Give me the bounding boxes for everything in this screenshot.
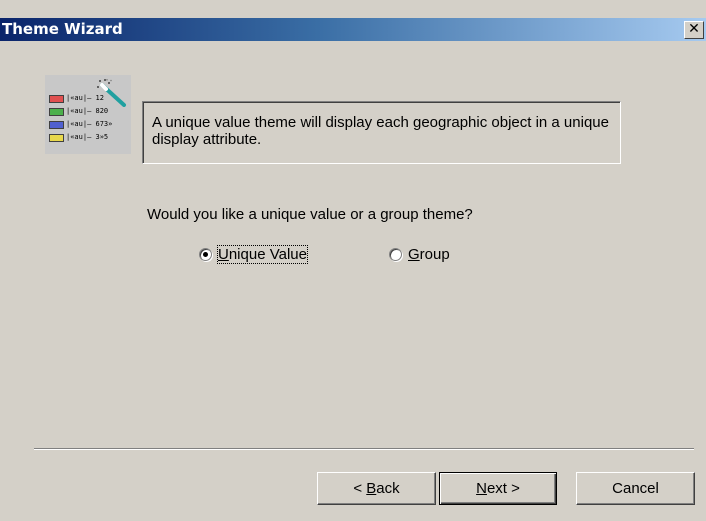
radio-unique-value-label[interactable]: Unique Value (217, 245, 308, 264)
close-icon: ✕ (688, 21, 700, 37)
radio-unchecked-icon[interactable] (389, 248, 402, 261)
next-button[interactable]: Next > (439, 472, 557, 505)
title-bar[interactable]: Theme Wizard ✕ (0, 18, 706, 41)
cancel-button[interactable]: Cancel (576, 472, 695, 505)
magic-wand-icon (97, 79, 126, 107)
legend-text: |«au|— 820 (66, 107, 109, 115)
window-title: Theme Wizard (2, 20, 123, 38)
radio-checked-icon[interactable] (199, 248, 212, 261)
theme-question: Would you like a unique value or a group… (147, 206, 473, 223)
legend-row: |«au|— 820 (49, 107, 127, 117)
back-button[interactable]: < Back (317, 472, 436, 505)
radio-unique-value[interactable]: Unique Value (199, 245, 339, 266)
footer-separator (34, 448, 694, 450)
info-text: A unique value theme will display each g… (152, 114, 609, 148)
info-panel: A unique value theme will display each g… (142, 101, 621, 164)
legend-row: |«au|— 3»5 (49, 133, 127, 143)
legend-text: |«au|— 3»5 (66, 133, 109, 141)
legend-swatch (49, 108, 64, 116)
theme-wizard-window: Theme Wizard ✕ |«au|— 12 |«au|— 820 |«au… (0, 0, 706, 521)
radio-group[interactable]: Group (389, 246, 479, 266)
close-button[interactable]: ✕ (684, 21, 704, 39)
radio-group-label[interactable]: Group (408, 246, 450, 263)
legend-swatch (49, 134, 64, 142)
legend-swatch (49, 121, 64, 129)
legend-swatch (49, 95, 64, 103)
legend-row: |«au|— 673» (49, 120, 127, 130)
legend-with-magic-wand-icon: |«au|— 12 |«au|— 820 |«au|— 673» |«au|— … (45, 75, 131, 154)
legend-text: |«au|— 673» (66, 120, 113, 128)
